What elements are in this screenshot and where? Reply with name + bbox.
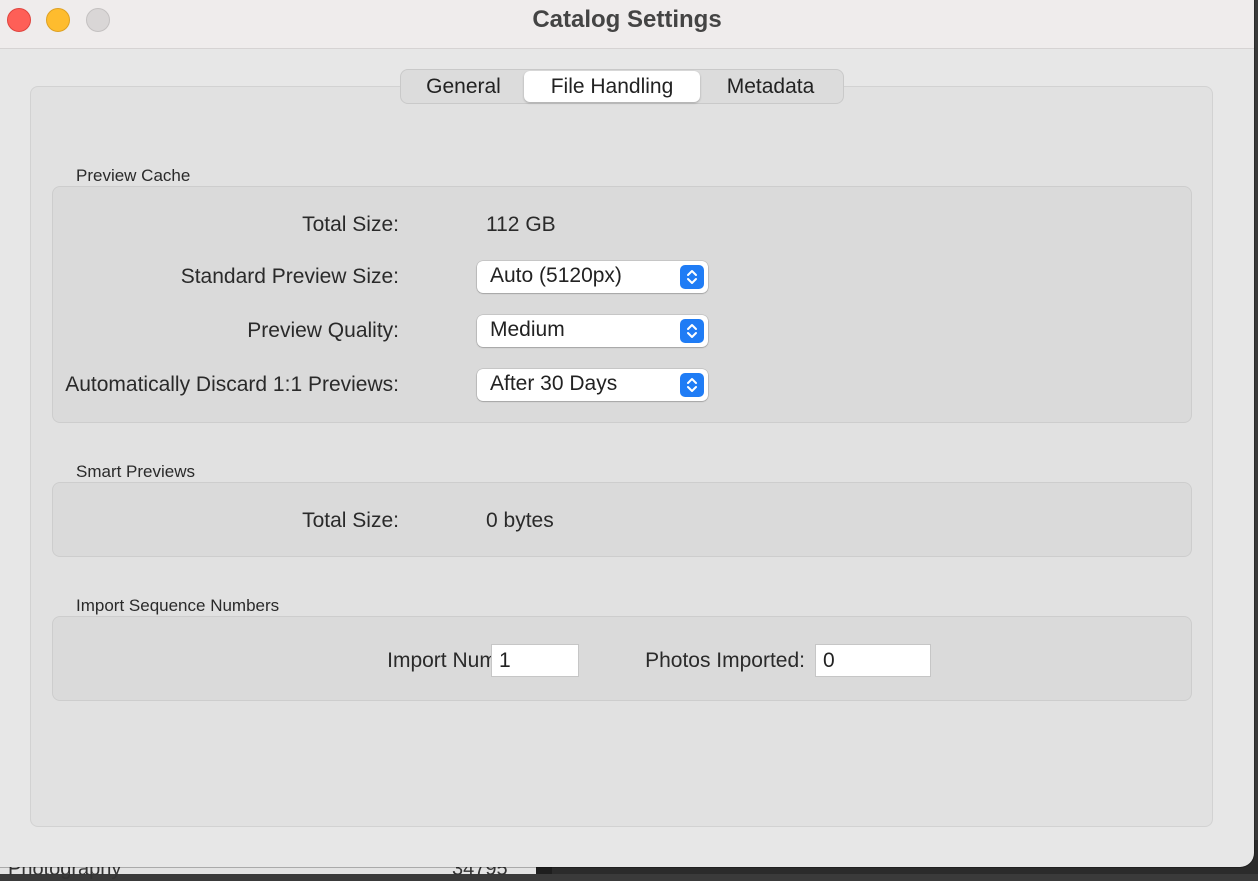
up-down-chevron-icon xyxy=(680,319,704,343)
standard-preview-size-value: Auto (5120px) xyxy=(490,264,622,287)
tab-file-handling[interactable]: File Handling xyxy=(524,71,700,102)
discard-previews-value: After 30 Days xyxy=(490,372,618,395)
standard-preview-size-label: Standard Preview Size: xyxy=(180,265,399,288)
preview-total-size-value: 112 GB xyxy=(486,213,556,236)
photos-imported-field[interactable] xyxy=(815,644,931,677)
standard-preview-size-select[interactable]: Auto (5120px) xyxy=(477,261,708,293)
import-sequence-group: Import Number: Photos Imported: xyxy=(52,616,1192,701)
discard-previews-label: Automatically Discard 1:1 Previews: xyxy=(65,373,399,396)
preview-total-size-label: Total Size: xyxy=(302,213,399,236)
up-down-chevron-icon xyxy=(680,373,704,397)
discard-previews-select[interactable]: After 30 Days xyxy=(477,369,708,401)
import-number-field[interactable] xyxy=(491,644,579,677)
preview-quality-select[interactable]: Medium xyxy=(477,315,708,347)
import-sequence-title: Import Sequence Numbers xyxy=(76,596,280,615)
tab-bar: General File Handling Metadata xyxy=(400,69,844,104)
preview-quality-value: Medium xyxy=(490,318,565,341)
window-title: Catalog Settings xyxy=(532,6,722,33)
smart-total-size-label: Total Size: xyxy=(302,509,399,532)
preview-cache-group: Total Size: 112 GB Standard Preview Size… xyxy=(52,186,1192,423)
up-down-chevron-icon xyxy=(680,265,704,289)
photos-imported-label: Photos Imported: xyxy=(645,649,805,672)
tab-metadata[interactable]: Metadata xyxy=(700,71,841,102)
smart-previews-title: Smart Previews xyxy=(76,462,196,481)
preview-cache-title: Preview Cache xyxy=(76,166,191,185)
preview-quality-label: Preview Quality: xyxy=(247,319,399,342)
tab-general[interactable]: General xyxy=(403,71,524,102)
catalog-settings-window: Catalog Settings General File Handling M… xyxy=(0,0,1254,867)
smart-previews-group: Total Size: 0 bytes xyxy=(52,482,1192,557)
title-bar: Catalog Settings xyxy=(0,0,1254,49)
smart-total-size-value: 0 bytes xyxy=(486,509,554,532)
